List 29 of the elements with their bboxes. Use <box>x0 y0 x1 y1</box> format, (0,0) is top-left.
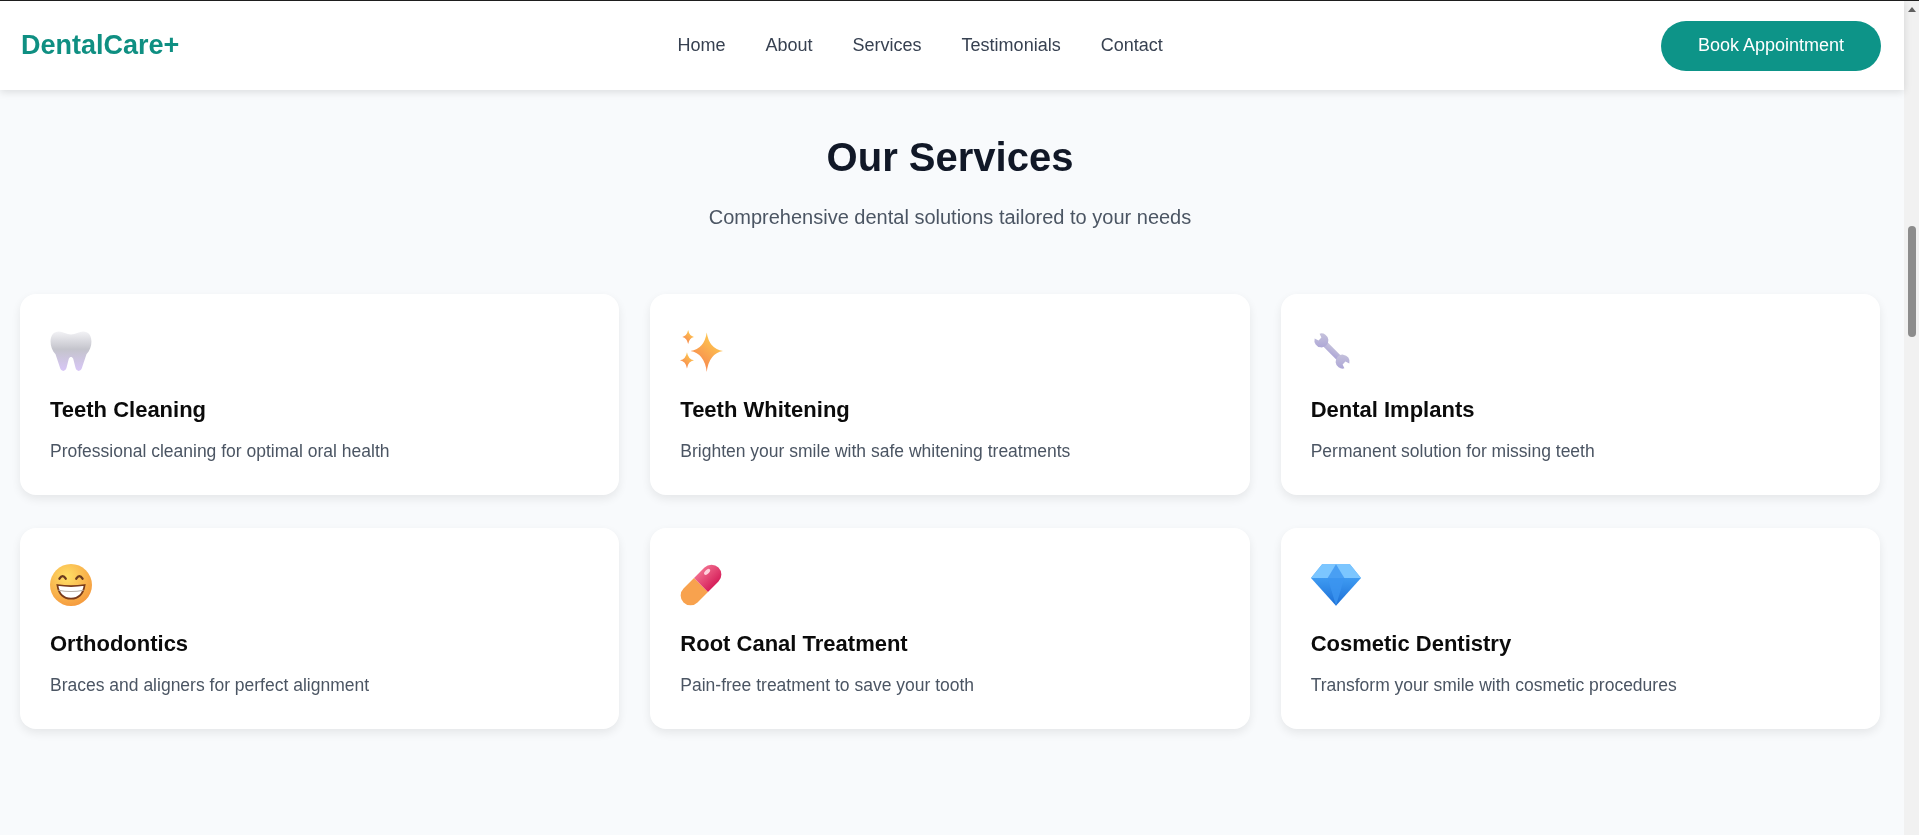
card-description: Permanent solution for missing teeth <box>1310 440 1595 463</box>
nav-link[interactable]: Testimonials <box>961 35 1061 56</box>
section-title: Our Services <box>826 134 1074 181</box>
card-title: Teeth Whitening <box>680 396 850 424</box>
card-title: Orthodontics <box>50 630 189 658</box>
nav-link[interactable]: Contact <box>1100 35 1163 56</box>
card-title: Teeth Cleaning <box>50 396 207 424</box>
tooth-icon <box>50 330 92 372</box>
nav-link[interactable]: Services <box>852 35 922 56</box>
card-description: Brighten your smile with safe whitening treatments <box>680 440 1071 463</box>
logo[interactable]: DentalCare+ <box>21 30 180 61</box>
card-title: Dental Implants <box>1310 396 1475 424</box>
scrollbar-thumb[interactable] <box>1907 226 1916 337</box>
card-description: Transform your smile with cosmetic procedures <box>1310 674 1677 697</box>
gem-icon <box>1310 564 1361 606</box>
book-appointment-button[interactable]: Book Appointment <box>1660 20 1881 71</box>
nav-link[interactable]: Home <box>677 35 726 56</box>
card-title: Cosmetic Dentistry <box>1310 630 1512 658</box>
card-title: Root Canal Treatment <box>680 630 908 658</box>
card-description: Braces and aligners for perfect alignment <box>50 674 370 697</box>
card-description: Pain-free treatment to save your tooth <box>680 674 975 697</box>
pill-icon <box>680 564 723 606</box>
scrollbar[interactable] <box>1904 1 1919 835</box>
scroll-up-icon[interactable] <box>1907 7 1916 12</box>
card-description: Professional cleaning for optimal oral health <box>50 440 390 463</box>
nav-link[interactable]: About <box>765 35 813 56</box>
grinning-face-icon <box>50 564 92 606</box>
section-subtitle: Comprehensive dental solutions tailored to your needs <box>708 205 1192 230</box>
sparkles-icon <box>680 330 724 372</box>
